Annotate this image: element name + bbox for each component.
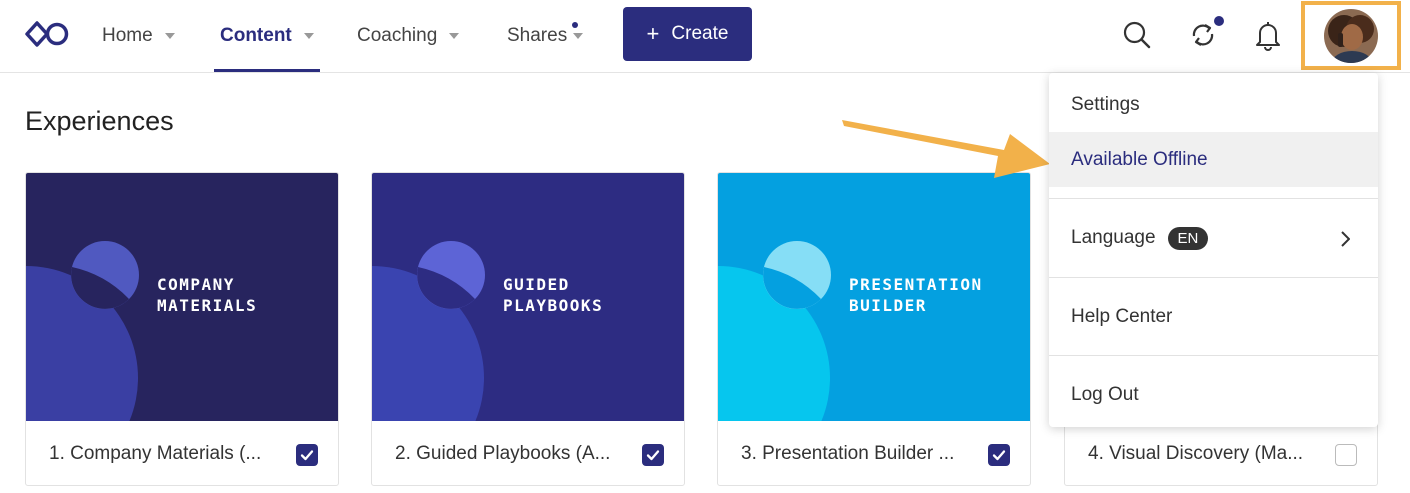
checkmark-icon <box>300 450 314 461</box>
card-label: 2. Guided Playbooks (A... <box>395 443 611 464</box>
nav-home[interactable]: Home <box>102 0 175 72</box>
card-checkbox[interactable] <box>296 444 318 466</box>
card-thumbnail: PRESENTATION BUILDER <box>718 173 1030 421</box>
chevron-down-icon <box>449 33 460 39</box>
menu-item-log-out[interactable]: Log Out <box>1049 356 1378 427</box>
top-navigation-bar: Home Content Coaching Shares + Create <box>0 0 1410 73</box>
menu-item-label: Language <box>1071 227 1156 248</box>
menu-item-available-offline[interactable]: Available Offline <box>1049 132 1378 187</box>
card-thumbnail: COMPANY MATERIALS <box>26 173 338 421</box>
card-label: 3. Presentation Builder ... <box>741 443 955 464</box>
menu-item-label: Available Offline <box>1071 148 1208 170</box>
card-thumbnail-title: GUIDED PLAYBOOKS <box>503 275 604 315</box>
experience-card-1[interactable]: COMPANY MATERIALS 1. Company Materials (… <box>25 172 339 486</box>
card-thumbnail: GUIDED PLAYBOOKS <box>372 173 684 421</box>
nav-shares[interactable]: Shares <box>507 0 584 72</box>
app-logo-icon[interactable] <box>24 20 70 48</box>
menu-item-settings[interactable]: Settings <box>1049 79 1378 131</box>
nav-coaching[interactable]: Coaching <box>357 0 460 72</box>
chevron-down-icon <box>303 33 314 39</box>
sync-status-dot <box>1214 16 1224 26</box>
search-icon <box>1123 21 1151 49</box>
card-label: 4. Visual Discovery (Ma... <box>1088 443 1304 464</box>
checkmark-icon <box>646 450 660 461</box>
chevron-down-icon <box>164 33 175 39</box>
checkmark-icon <box>992 450 1006 461</box>
section-title-experiences: Experiences <box>25 106 174 136</box>
avatar-photo <box>1324 8 1378 63</box>
language-badge: EN <box>1167 226 1209 250</box>
nav-content[interactable]: Content <box>214 0 320 72</box>
create-button[interactable]: + Create <box>623 7 752 61</box>
card-checkbox[interactable] <box>1335 444 1357 466</box>
notifications-button[interactable] <box>1247 14 1289 56</box>
annotation-arrow-icon <box>842 120 1050 178</box>
card-thumbnail-title: PRESENTATION BUILDER <box>849 275 983 315</box>
user-avatar-button[interactable] <box>1301 1 1401 70</box>
shares-notification-dot <box>572 22 578 28</box>
search-button[interactable] <box>1116 14 1158 56</box>
bell-icon <box>1256 22 1280 51</box>
create-button-label: Create <box>671 23 729 44</box>
menu-item-help-center[interactable]: Help Center <box>1049 278 1378 355</box>
avatar <box>1324 8 1378 63</box>
card-checkbox[interactable] <box>642 444 664 466</box>
menu-item-label: Help Center <box>1071 305 1173 327</box>
chevron-right-icon <box>1341 231 1350 247</box>
nav-content-label: Content <box>220 25 292 46</box>
card-checkbox[interactable] <box>988 444 1010 466</box>
menu-item-language[interactable]: Language EN <box>1049 199 1378 277</box>
user-dropdown-menu: Settings Available Offline Language EN H… <box>1049 73 1378 427</box>
chevron-down-icon <box>573 33 584 39</box>
nav-home-label: Home <box>102 25 153 46</box>
nav-coaching-label: Coaching <box>357 25 438 46</box>
experience-card-2[interactable]: GUIDED PLAYBOOKS 2. Guided Playbooks (A.… <box>371 172 685 486</box>
nav-shares-label: Shares <box>507 25 568 46</box>
experience-card-3[interactable]: PRESENTATION BUILDER 3. Presentation Bui… <box>717 172 1031 486</box>
card-label: 1. Company Materials (... <box>49 443 262 464</box>
plus-icon: + <box>646 21 660 46</box>
menu-item-label: Settings <box>1071 94 1140 115</box>
menu-item-label: Log Out <box>1071 383 1139 405</box>
card-thumbnail-title: COMPANY MATERIALS <box>157 275 258 315</box>
